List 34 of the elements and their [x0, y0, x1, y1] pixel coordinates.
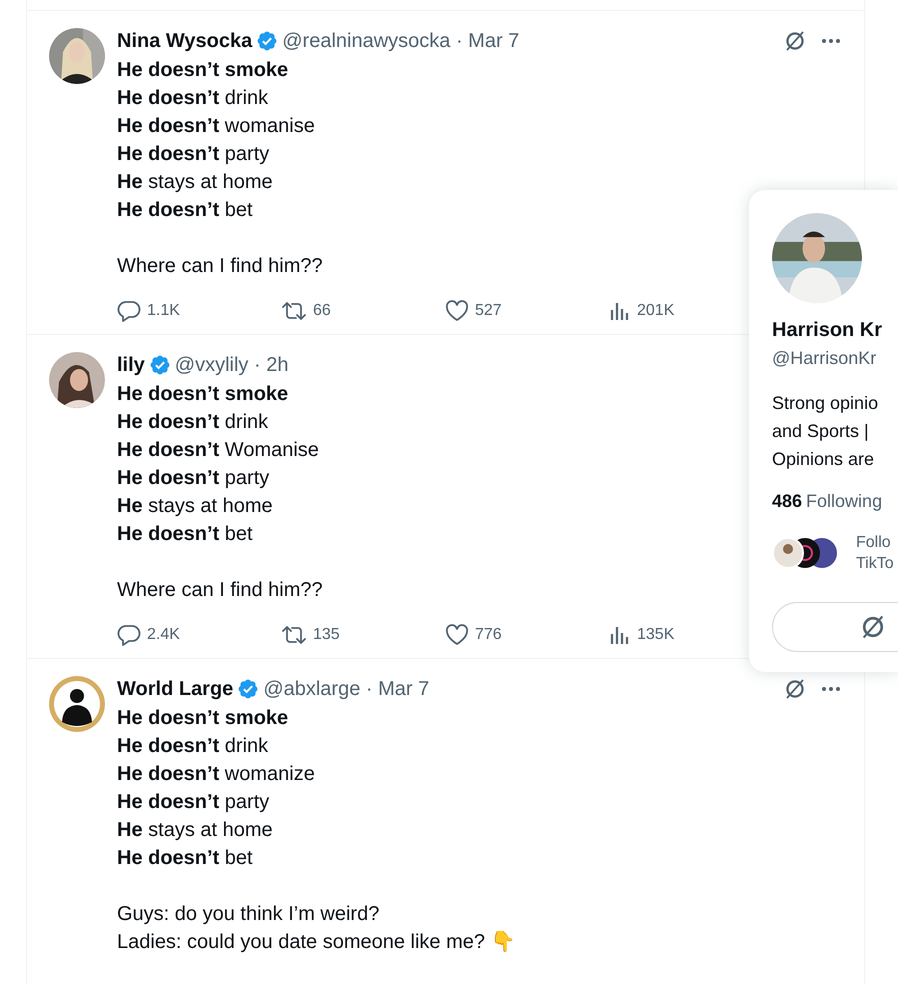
repost-icon [281, 625, 307, 645]
following-count[interactable]: 486 [772, 491, 802, 512]
followed-by-text: Follo TikTo [856, 533, 894, 574]
replie-button[interactable]: 1.1K [117, 300, 180, 322]
more-icon[interactable] [821, 38, 841, 44]
reply-icon [117, 624, 141, 646]
heart-icon [445, 624, 469, 646]
author-name[interactable]: lily [117, 354, 145, 376]
following-label[interactable]: Following [806, 491, 882, 512]
repost-button[interactable]: 135 [281, 625, 340, 645]
profile-bio: Strong opinio and Sports | Opinions are [772, 392, 880, 471]
follower-avatars-drawing [772, 537, 838, 569]
view-button[interactable]: 135K [609, 625, 674, 645]
repost-icon [281, 301, 307, 321]
author-name[interactable]: Nina Wysocka [117, 30, 252, 52]
tweet-text: He doesn’t smoke He doesn’t drink He doesn’t Womanise He doesn’t party He stays at home He doesn’t bet Where can I find him?? [117, 382, 323, 603]
bar-chart-icon [609, 301, 631, 321]
like-button[interactable]: 527 [445, 300, 502, 322]
heart-icon [445, 300, 469, 322]
replie-button[interactable]: 2.4K [117, 624, 180, 646]
repost-button[interactable]: 66 [281, 301, 331, 321]
handle-and-time: @abxlarge · Mar 7 [263, 678, 430, 700]
view-button[interactable]: 201K [609, 301, 674, 321]
bar-chart-icon [609, 625, 631, 645]
handle-and-time: @vxylily · 2h [174, 354, 288, 376]
reply-icon [117, 300, 141, 322]
profile-handle: @HarrisonKr [772, 348, 878, 369]
like-button[interactable]: 776 [445, 624, 502, 646]
author-name[interactable]: World Large [117, 678, 234, 700]
more-icon[interactable] [821, 686, 841, 692]
profile-name[interactable]: Harrison Kr [772, 319, 898, 342]
handle-and-time: @realninawysocka · Mar 7 [282, 30, 520, 52]
tweet-text: He doesn’t smoke He doesn’t drink He doesn’t womanize He doesn’t party He stays at home He doesn’t bet Guys: do you think I’m weird? Ladies: could you date someone like me? 👇 [117, 706, 516, 955]
tweet-text: He doesn’t smoke He doesn’t drink He doesn’t womanise He doesn’t party He stays at home He doesn’t bet Where can I find him?? [117, 58, 323, 279]
